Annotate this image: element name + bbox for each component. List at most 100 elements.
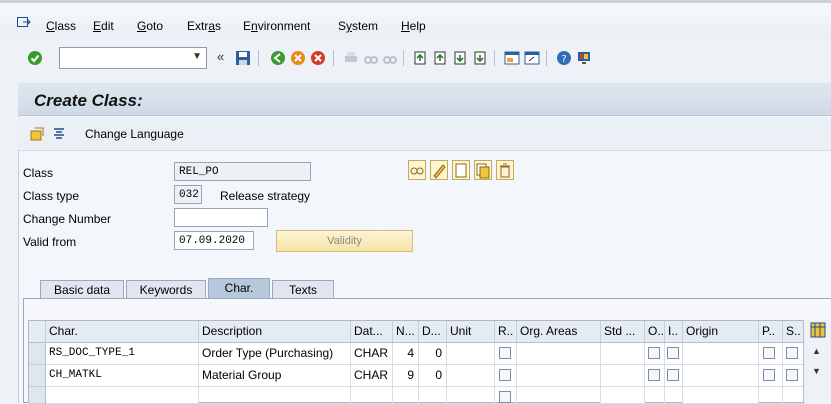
header-p[interactable]: P.. <box>759 321 783 343</box>
scroll-up-icon[interactable]: ▲ <box>812 346 821 356</box>
menu-system[interactable]: System <box>338 19 378 33</box>
header-datatype[interactable]: Dat... <box>351 321 393 343</box>
save-icon[interactable] <box>235 50 251 66</box>
s-checkbox[interactable] <box>786 369 798 381</box>
header-o[interactable]: O.. <box>645 321 665 343</box>
characteristics-table: Char. Description Dat... N... D... Unit … <box>28 320 831 404</box>
class-type-field[interactable]: 032 <box>174 185 202 204</box>
table-row-std[interactable] <box>601 343 645 365</box>
header-number-chars[interactable]: N... <box>393 321 419 343</box>
table-row-std[interactable] <box>601 387 645 404</box>
change-button[interactable] <box>430 160 448 180</box>
valid-from-field[interactable]: 07.09.2020 <box>174 231 254 250</box>
previous-page-icon[interactable] <box>432 50 448 66</box>
menu-extras[interactable]: Extras <box>187 19 221 33</box>
table-row-char[interactable]: CH_MATKL <box>46 365 199 387</box>
exit-icon[interactable] <box>290 50 306 66</box>
column-settings-icon[interactable] <box>810 322 826 338</box>
menu-edit[interactable]: Edit <box>93 19 114 33</box>
header-description[interactable]: Description <box>199 321 351 343</box>
i-checkbox[interactable] <box>667 369 679 381</box>
find-icon <box>364 56 378 64</box>
copy-button[interactable] <box>474 160 492 180</box>
print-icon <box>345 52 357 62</box>
table-row-unit <box>447 365 495 387</box>
table-row-origin[interactable] <box>683 387 759 404</box>
menu-environment[interactable]: Environment <box>243 19 310 33</box>
other-class-icon[interactable] <box>29 126 45 142</box>
s-checkbox[interactable] <box>786 347 798 359</box>
create-button[interactable] <box>452 160 470 180</box>
o-checkbox[interactable] <box>648 347 660 359</box>
p-checkbox[interactable] <box>763 347 775 359</box>
p-checkbox[interactable] <box>763 369 775 381</box>
header-origin[interactable]: Origin <box>683 321 759 343</box>
select-all-header[interactable] <box>29 321 46 343</box>
table-row-std[interactable] <box>601 365 645 387</box>
new-session-icon[interactable] <box>504 50 520 66</box>
row-selector[interactable] <box>29 343 46 365</box>
table-row-number-chars: 9 <box>393 365 419 387</box>
copy-icon <box>476 163 490 179</box>
delete-button[interactable] <box>496 160 514 180</box>
i-checkbox[interactable] <box>667 347 679 359</box>
row-selector[interactable] <box>29 387 46 404</box>
header-i[interactable]: I.. <box>665 321 683 343</box>
menu-bar: Class Edit Goto Extras Environment Syste… <box>0 0 831 38</box>
table-row-org-areas <box>517 343 601 365</box>
history-back-icon[interactable]: « <box>217 49 224 64</box>
table-row-description: Material Group <box>199 365 351 387</box>
chevron-down-icon[interactable]: ▼ <box>192 51 202 62</box>
table-row-datatype <box>351 387 393 404</box>
class-field[interactable]: REL_PO <box>174 162 311 181</box>
header-s[interactable]: S.. <box>783 321 804 343</box>
first-page-icon[interactable] <box>412 50 428 66</box>
tab-basic-data[interactable]: Basic data <box>40 280 124 299</box>
customize-layout-icon[interactable] <box>576 50 592 66</box>
help-icon[interactable]: ? <box>556 50 572 66</box>
enter-check-icon[interactable] <box>27 50 43 66</box>
table-row-char[interactable]: RS_DOC_TYPE_1 <box>46 343 199 365</box>
where-used-button[interactable] <box>408 160 426 180</box>
restriction-checkbox[interactable] <box>499 347 511 359</box>
o-checkbox[interactable] <box>648 369 660 381</box>
back-icon[interactable] <box>270 50 286 66</box>
menu-goto[interactable]: Goto <box>137 19 163 33</box>
scroll-down-icon[interactable]: ▼ <box>812 366 821 376</box>
tab-char[interactable]: Char. <box>208 278 270 299</box>
cancel-icon[interactable] <box>310 50 326 66</box>
change-number-field[interactable] <box>174 208 268 227</box>
class-label: Class <box>23 166 54 180</box>
restriction-checkbox[interactable] <box>499 391 511 403</box>
change-number-label: Change Number <box>23 212 112 226</box>
svg-text:?: ? <box>561 54 566 65</box>
tab-texts[interactable]: Texts <box>272 280 334 299</box>
header-decimals[interactable]: D... <box>419 321 447 343</box>
application-toolbar: Change Language <box>18 117 831 151</box>
next-page-icon[interactable] <box>452 50 468 66</box>
tab-keywords[interactable]: Keywords <box>126 280 206 299</box>
row-selector[interactable] <box>29 365 46 387</box>
header-std[interactable]: Std ... <box>601 321 645 343</box>
restriction-checkbox[interactable] <box>499 369 511 381</box>
header-org-areas[interactable]: Org. Areas <box>517 321 601 343</box>
command-field[interactable]: ▼ <box>59 47 207 69</box>
table-row-decimals <box>419 387 447 404</box>
last-page-icon[interactable] <box>472 50 488 66</box>
validity-button[interactable]: Validity <box>276 230 413 252</box>
change-language-icon[interactable] <box>51 126 67 142</box>
change-language-button[interactable]: Change Language <box>85 127 184 141</box>
table-row-origin[interactable] <box>683 343 759 365</box>
header-unit[interactable]: Unit <box>447 321 495 343</box>
header-restrictions[interactable]: R.. <box>495 321 517 343</box>
header-char[interactable]: Char. <box>46 321 199 343</box>
blank-document-icon <box>455 163 467 178</box>
table-row-origin[interactable] <box>683 365 759 387</box>
menu-help[interactable]: Help <box>401 19 426 33</box>
menu-class[interactable]: Class <box>46 19 76 33</box>
pencil-icon <box>433 164 446 179</box>
table-vertical-scrollbar[interactable]: ▲ ▼ <box>803 320 831 403</box>
exit-menu-icon[interactable] <box>17 17 31 29</box>
shortcut-icon[interactable] <box>524 50 540 66</box>
table-row-char[interactable] <box>46 387 199 404</box>
